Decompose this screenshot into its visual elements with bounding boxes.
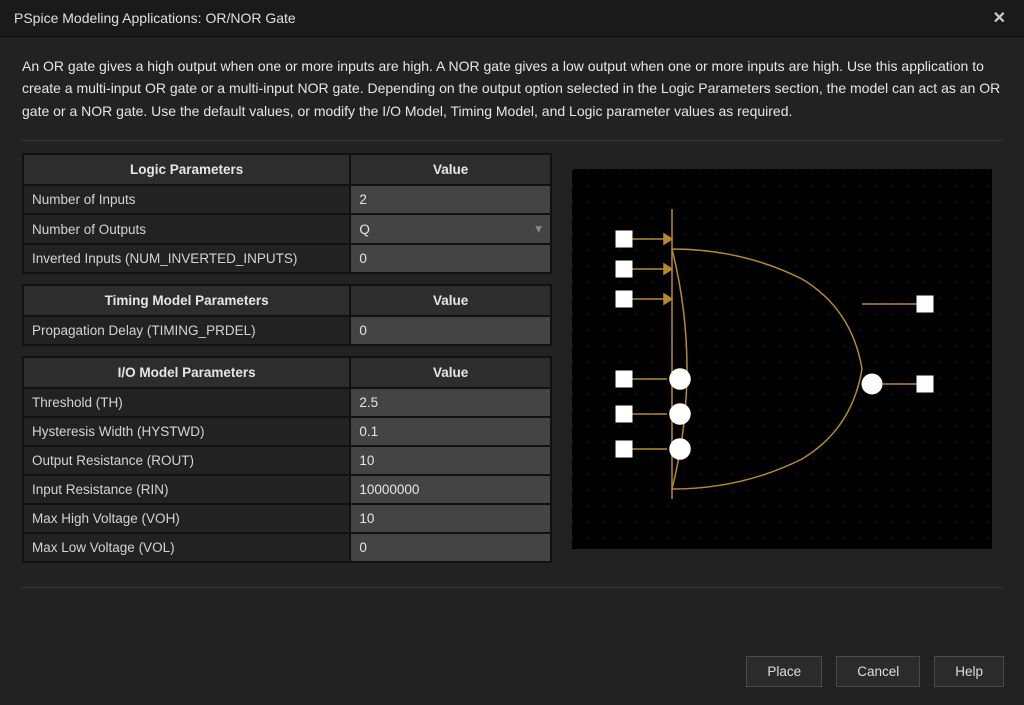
divider (22, 140, 1002, 141)
logic-header: Logic Parameters (23, 154, 350, 185)
num-inputs-input[interactable] (351, 186, 550, 213)
io-parameters-table: I/O Model Parameters Value Threshold (TH… (22, 356, 552, 563)
param-label: Max Low Voltage (VOL) (23, 533, 350, 562)
inverted-inputs-input[interactable] (351, 245, 550, 272)
or-gate-schematic (572, 169, 992, 549)
table-row: Propagation Delay (TIMING_PRDEL) (23, 316, 551, 345)
threshold-input[interactable] (351, 389, 550, 416)
table-row: Inverted Inputs (NUM_INVERTED_INPUTS) (23, 244, 551, 273)
rout-input[interactable] (351, 447, 550, 474)
content-area: An OR gate gives a high output when one … (0, 37, 1024, 642)
param-label: Number of Inputs (23, 185, 350, 214)
place-button[interactable]: Place (746, 656, 822, 687)
select-value: Q (359, 222, 370, 237)
table-row: Input Resistance (RIN) (23, 475, 551, 504)
table-row: Max Low Voltage (VOL) (23, 533, 551, 562)
main-area: Logic Parameters Value Number of Inputs … (22, 153, 1002, 573)
titlebar: PSpice Modeling Applications: OR/NOR Gat… (0, 0, 1024, 37)
param-label: Input Resistance (RIN) (23, 475, 350, 504)
description-text: An OR gate gives a high output when one … (22, 55, 1002, 122)
table-row: Number of Outputs Q ▾ (23, 214, 551, 244)
param-label: Inverted Inputs (NUM_INVERTED_INPUTS) (23, 244, 350, 273)
param-label: Propagation Delay (TIMING_PRDEL) (23, 316, 350, 345)
table-row: Output Resistance (ROUT) (23, 446, 551, 475)
table-row: Threshold (TH) (23, 388, 551, 417)
logic-parameters-table: Logic Parameters Value Number of Inputs … (22, 153, 552, 274)
footer: Place Cancel Help (0, 642, 1024, 705)
footer-divider (22, 587, 1002, 588)
param-label: Hysteresis Width (HYSTWD) (23, 417, 350, 446)
schematic-column (572, 153, 1002, 573)
num-outputs-select[interactable]: Q ▾ (351, 215, 550, 243)
param-label: Output Resistance (ROUT) (23, 446, 350, 475)
value-header: Value (350, 154, 551, 185)
value-header: Value (350, 357, 551, 388)
hysteresis-input[interactable] (351, 418, 550, 445)
value-header: Value (350, 285, 551, 316)
io-header: I/O Model Parameters (23, 357, 350, 388)
table-row: Number of Inputs (23, 185, 551, 214)
parameters-column: Logic Parameters Value Number of Inputs … (22, 153, 552, 573)
table-row: Hysteresis Width (HYSTWD) (23, 417, 551, 446)
rin-input[interactable] (351, 476, 550, 503)
prdel-input[interactable] (351, 317, 550, 344)
chevron-down-icon: ▾ (535, 221, 542, 237)
window-title: PSpice Modeling Applications: OR/NOR Gat… (14, 10, 296, 26)
dialog-window: PSpice Modeling Applications: OR/NOR Gat… (0, 0, 1024, 705)
help-button[interactable]: Help (934, 656, 1004, 687)
cancel-button[interactable]: Cancel (836, 656, 920, 687)
param-label: Threshold (TH) (23, 388, 350, 417)
param-label: Max High Voltage (VOH) (23, 504, 350, 533)
close-icon[interactable]: ✕ (989, 8, 1010, 28)
param-label: Number of Outputs (23, 214, 350, 244)
timing-header: Timing Model Parameters (23, 285, 350, 316)
voh-input[interactable] (351, 505, 550, 532)
table-row: Max High Voltage (VOH) (23, 504, 551, 533)
timing-parameters-table: Timing Model Parameters Value Propagatio… (22, 284, 552, 346)
vol-input[interactable] (351, 534, 550, 561)
